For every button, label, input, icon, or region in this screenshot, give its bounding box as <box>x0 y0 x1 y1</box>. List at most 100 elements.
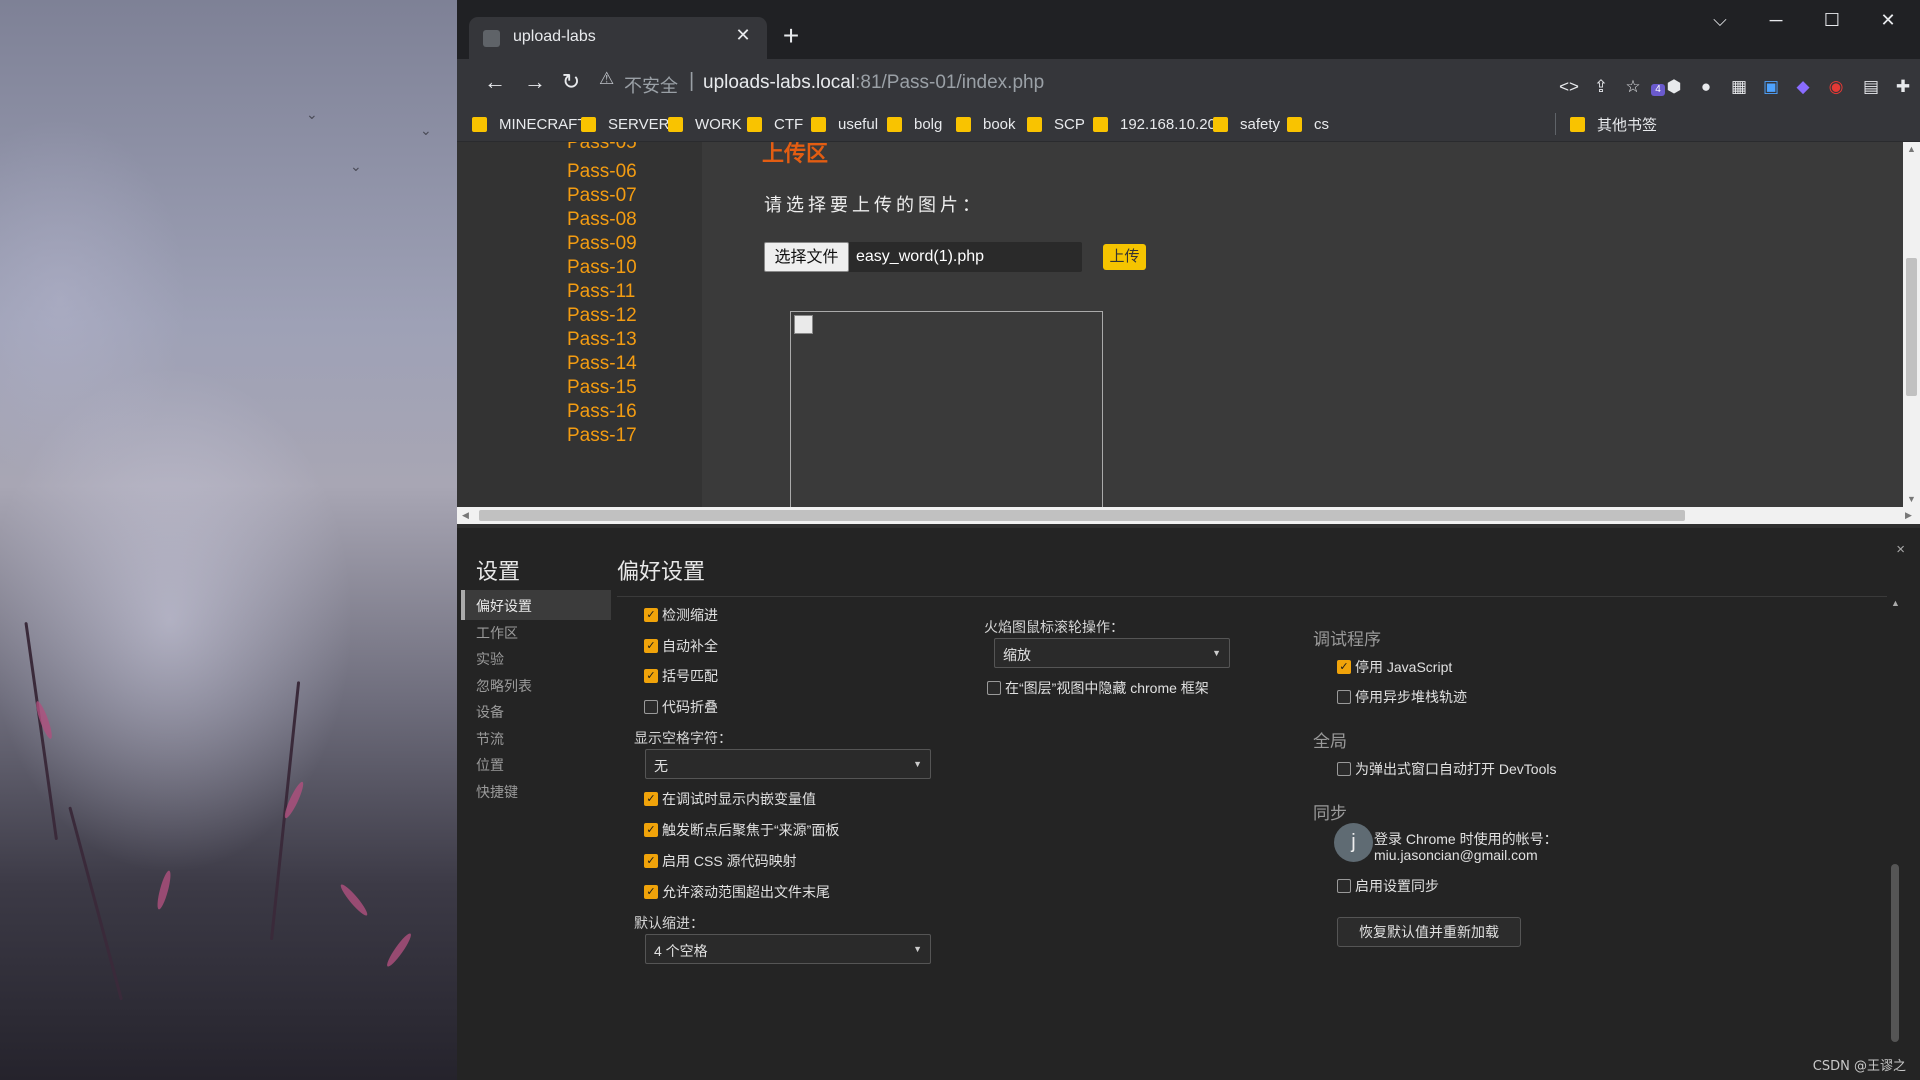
tab-search-dropdown-icon[interactable]: ⌵ <box>1692 0 1748 40</box>
insecure-label[interactable]: 不安全 <box>624 72 678 98</box>
forward-button[interactable]: → <box>519 66 551 98</box>
flame-chart-wheel-label: 火焰图鼠标滚轮操作： <box>984 619 1124 635</box>
pass-link[interactable]: Pass-05 <box>567 142 637 154</box>
other-bookmarks-folder[interactable]: 其他书签 <box>1555 113 1657 135</box>
checkbox-checked-icon: ✓ <box>644 792 658 806</box>
pass-link[interactable]: Pass-16 <box>567 401 637 423</box>
bookmark-folder[interactable]: bolg <box>887 113 942 135</box>
pass-link[interactable]: Pass-07 <box>567 185 637 207</box>
checkbox-scroll-past-end[interactable]: ✓ 允许滚动范围超出文件末尾 <box>644 882 830 902</box>
bookmark-folder[interactable]: 192.168.10.20 <box>1093 113 1216 135</box>
code-blocked-icon[interactable]: <> <box>1557 75 1581 99</box>
devtools-settings-panel: 设置 × 偏好设置 工作区 实验 忽略列表 设备 节流 位置 快捷键 偏好设置 … <box>457 524 1920 1080</box>
folder-icon <box>811 116 826 132</box>
pass-link[interactable]: Pass-11 <box>567 281 635 303</box>
close-window-button[interactable]: ✕ <box>1860 0 1916 40</box>
checkbox-code-folding[interactable]: 代码折叠 <box>644 697 718 717</box>
page-vertical-scrollbar[interactable]: ▲ ▼ <box>1903 142 1920 507</box>
scroll-left-arrow-icon[interactable]: ◀ <box>462 510 469 521</box>
reload-button[interactable]: ↻ <box>555 66 587 98</box>
checkbox-disable-javascript[interactable]: ✓ 停用 JavaScript <box>1337 657 1452 677</box>
choose-file-button[interactable]: 选择文件 <box>764 242 849 272</box>
reading-list-icon[interactable]: ▤ <box>1859 75 1883 99</box>
maximize-button[interactable]: ☐ <box>1804 0 1860 40</box>
scroll-right-arrow-icon[interactable]: ▶ <box>1905 510 1912 521</box>
red-extension-icon[interactable]: ◉ <box>1824 75 1848 99</box>
bookmark-folder[interactable]: SERVER <box>581 113 669 135</box>
back-button[interactable]: ← <box>479 66 511 98</box>
pass-link[interactable]: Pass-15 <box>567 377 637 399</box>
whitespace-label: 显示空格字符： <box>634 730 732 746</box>
pass-link[interactable]: Pass-10 <box>567 257 637 279</box>
settings-nav-workspace[interactable]: 工作区 <box>476 623 518 643</box>
checkbox-auto-open-devtools-popups[interactable]: 为弹出式窗口自动打开 DevTools <box>1337 759 1556 779</box>
bookmark-folder[interactable]: MINECRAFT <box>472 113 587 135</box>
warning-icon[interactable]: ⚠ <box>599 69 614 89</box>
qr-code-icon[interactable]: ▦ <box>1727 75 1751 99</box>
checkbox-focus-sources[interactable]: ✓ 触发断点后聚焦于“来源”面板 <box>644 820 839 840</box>
file-input[interactable]: 选择文件 easy_word(1).php <box>764 242 1082 272</box>
checkbox-detect-indent[interactable]: ✓ 检测缩进 <box>644 605 718 625</box>
scrollbar-thumb[interactable] <box>1891 864 1899 1042</box>
extension-circle-icon[interactable]: ● <box>1694 75 1718 99</box>
bookmark-star-icon[interactable]: ☆ <box>1621 75 1645 99</box>
scrollbar-thumb[interactable] <box>1906 258 1917 396</box>
tab-close-icon[interactable]: ✕ <box>731 25 755 46</box>
checkbox-enable-settings-sync[interactable]: 启用设置同步 <box>1337 876 1439 896</box>
folder-icon <box>1027 116 1042 132</box>
default-indent-select[interactable]: 4 个空格 ▼ <box>645 934 931 964</box>
settings-nav-shortcuts[interactable]: 快捷键 <box>476 782 518 802</box>
settings-nav-throttling[interactable]: 节流 <box>476 729 504 749</box>
page-horizontal-scrollbar[interactable]: ◀ ▶ <box>457 507 1920 524</box>
bird-decoration: ⌄ <box>306 106 318 122</box>
settings-nav-ignore-list[interactable]: 忽略列表 <box>476 676 532 696</box>
bookmark-folder[interactable]: safety <box>1213 113 1280 135</box>
upload-button[interactable]: 上传 <box>1103 244 1146 270</box>
pass-link[interactable]: Pass-06 <box>567 161 637 183</box>
extension-icon[interactable]: ⬢ <box>1662 75 1686 99</box>
flame-chart-wheel-select[interactable]: 缩放 ▼ <box>994 638 1230 668</box>
settings-nav-devices[interactable]: 设备 <box>476 702 504 722</box>
restore-defaults-button[interactable]: 恢复默认值并重新加载 <box>1337 917 1521 947</box>
bilibili-extension-icon[interactable]: ▣ <box>1759 75 1783 99</box>
tab-upload-labs[interactable]: upload-labs ✕ <box>469 17 767 59</box>
url-text[interactable]: uploads-labs.local:81/Pass-01/index.php <box>703 72 1044 94</box>
scroll-down-arrow-icon[interactable]: ▼ <box>1907 494 1916 504</box>
scrollbar-thumb[interactable] <box>479 510 1685 521</box>
scroll-up-arrow-icon[interactable]: ▲ <box>1907 144 1916 154</box>
share-icon[interactable]: ⇪ <box>1589 75 1613 99</box>
settings-nav-preferences[interactable]: 偏好设置 <box>476 596 532 616</box>
bookmark-folder[interactable]: SCP <box>1027 113 1085 135</box>
pass-link[interactable]: Pass-14 <box>567 353 637 375</box>
checkbox-autocomplete[interactable]: ✓ 自动补全 <box>644 636 718 656</box>
purple-extension-icon[interactable]: ◆ <box>1791 75 1815 99</box>
pass-link[interactable]: Pass-09 <box>567 233 637 255</box>
selected-file-name: easy_word(1).php <box>856 248 985 265</box>
checkbox-css-source-maps[interactable]: ✓ 启用 CSS 源代码映射 <box>644 851 797 871</box>
settings-nav-locations[interactable]: 位置 <box>476 755 504 775</box>
settings-title: 设置 <box>476 559 521 584</box>
close-settings-icon[interactable]: × <box>1896 541 1905 558</box>
checkbox-hide-chrome-frames[interactable]: 在“图层”视图中隐藏 chrome 框架 <box>987 678 1209 698</box>
scroll-up-arrow-icon[interactable]: ▲ <box>1891 598 1900 608</box>
bookmark-folder[interactable]: CTF <box>747 113 803 135</box>
settings-scrollbar[interactable]: ▲ <box>1887 596 1903 1080</box>
checkbox-bracket-matching[interactable]: ✓ 括号匹配 <box>644 666 718 686</box>
checkbox-disable-async-stack[interactable]: 停用异步堆栈轨迹 <box>1337 687 1467 707</box>
bookmark-folder[interactable]: book <box>956 113 1016 135</box>
new-tab-button[interactable]: + <box>775 21 807 53</box>
extensions-puzzle-icon[interactable]: ✚ <box>1891 75 1915 99</box>
minimize-button[interactable]: ─ <box>1748 0 1804 40</box>
pass-link[interactable]: Pass-13 <box>567 329 637 351</box>
checkbox-inline-values[interactable]: ✓ 在调试时显示内嵌变量值 <box>644 789 816 809</box>
bookmark-folder[interactable]: cs <box>1287 113 1329 135</box>
bookmark-folder[interactable]: WORK <box>668 113 742 135</box>
pass-link[interactable]: Pass-17 <box>567 425 637 447</box>
browser-window: upload-labs ✕ + ⌵ ─ ☐ ✕ ← → ↻ ⚠ 不安全 | up… <box>457 0 1920 1080</box>
bookmark-folder[interactable]: useful <box>811 113 878 135</box>
settings-nav-experiments[interactable]: 实验 <box>476 649 504 669</box>
pass-link[interactable]: Pass-12 <box>567 305 637 327</box>
sync-account-label: 登录 Chrome 时使用的帐号： <box>1374 831 1558 847</box>
pass-link[interactable]: Pass-08 <box>567 209 637 231</box>
whitespace-select[interactable]: 无 ▼ <box>645 749 931 779</box>
